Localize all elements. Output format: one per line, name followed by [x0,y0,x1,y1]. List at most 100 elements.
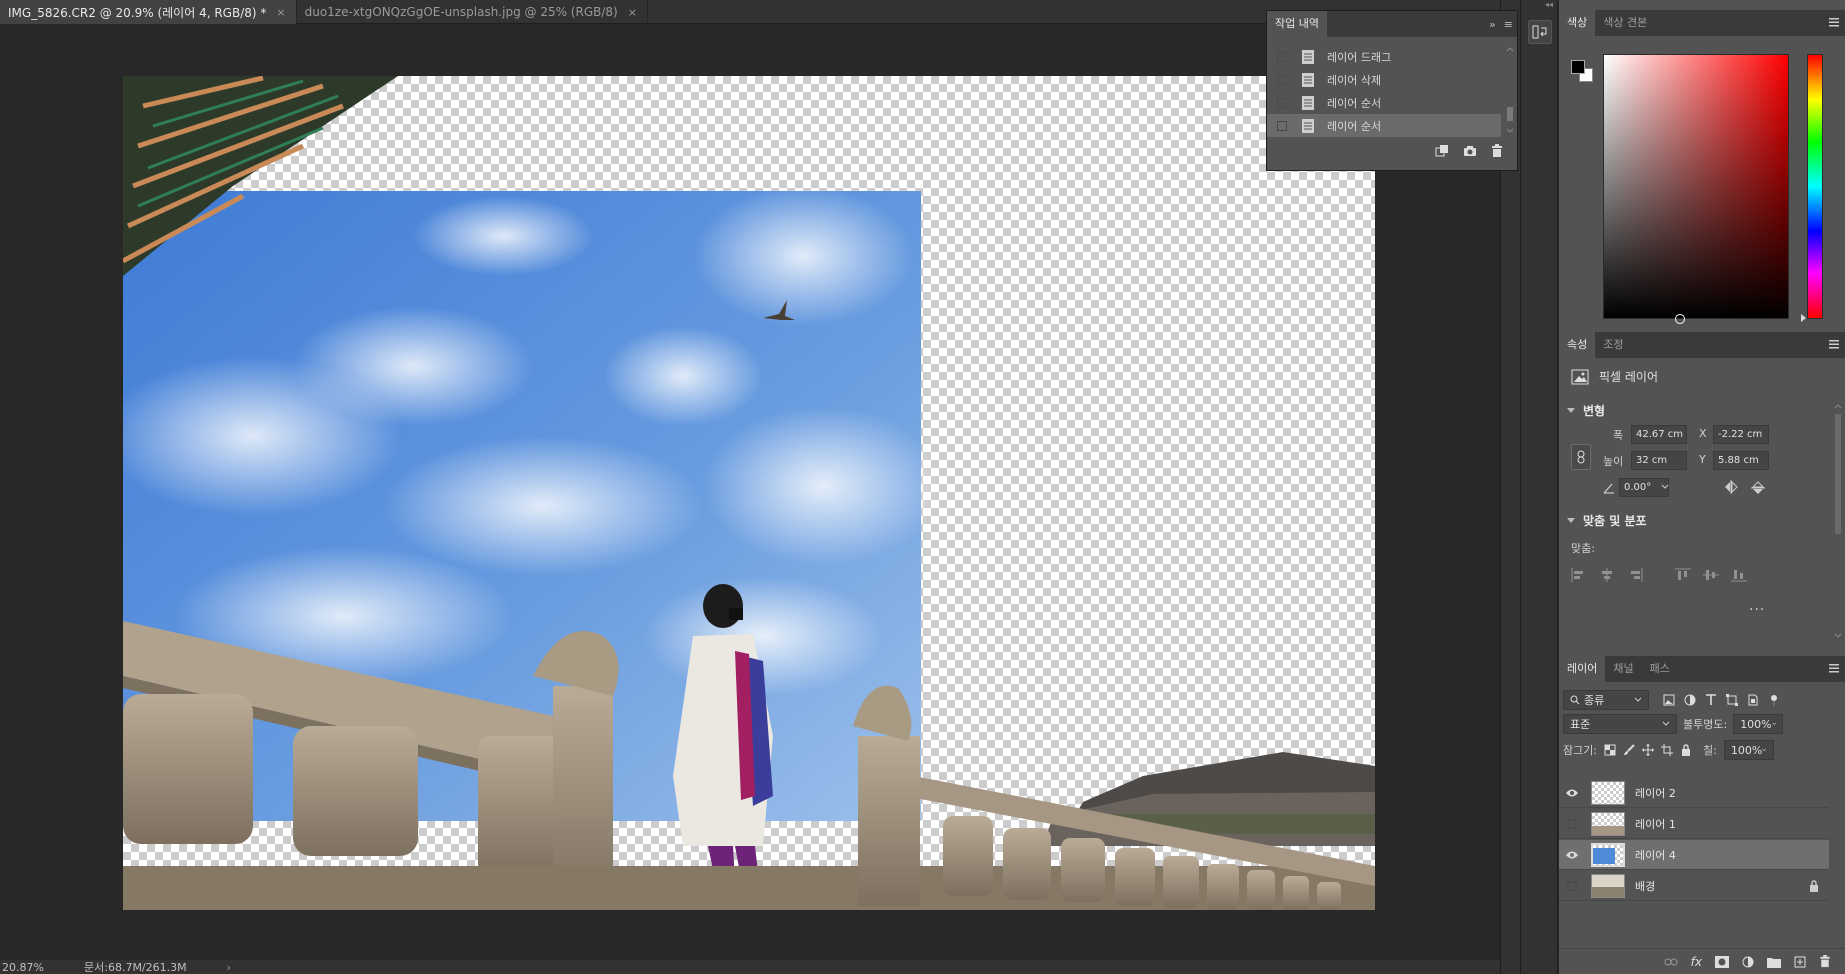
document-tab-inactive[interactable]: duo1ze-xtgONQzGgOE-unsplash.jpg @ 25% (R… [297,0,648,24]
close-icon[interactable]: × [628,6,637,19]
flip-horizontal-icon[interactable] [1723,480,1739,494]
more-options-button[interactable]: ... [1749,598,1765,614]
document-tab-active[interactable]: IMG_5826.CR2 @ 20.9% (레이어 4, RGB/8) * × [0,0,297,24]
align-left-icon[interactable] [1571,568,1587,582]
align-section-header[interactable]: 맞춤 및 분포 [1567,512,1647,529]
width-field[interactable]: 42.67 cm [1631,425,1687,444]
type-filter-icon[interactable] [1705,694,1717,706]
history-scrollbar[interactable] [1505,45,1515,137]
add-mask-icon[interactable] [1715,955,1729,968]
visibility-toggle[interactable] [1559,850,1585,860]
document-canvas[interactable] [123,76,1375,910]
history-item[interactable]: 레이어 드래그 [1267,45,1501,68]
layer-row[interactable]: 배경 [1559,871,1829,901]
history-item-selected[interactable]: 레이어 순서 [1267,114,1501,137]
smart-object-filter-icon[interactable] [1747,694,1759,706]
new-group-icon[interactable] [1767,956,1781,968]
layer-name[interactable]: 레이어 4 [1635,847,1676,863]
filter-toggle-icon[interactable] [1768,694,1780,706]
history-item[interactable]: 레이어 순서 [1267,91,1501,114]
foreground-color-swatch[interactable] [1571,60,1585,74]
visibility-toggle[interactable] [1559,881,1585,891]
height-field[interactable]: 32 cm [1631,451,1687,470]
visibility-toggle[interactable] [1559,819,1585,829]
expand-icon[interactable]: » [1489,18,1496,31]
collapse-triangle-icon[interactable] [1567,408,1575,413]
properties-panel-header: 속성 조정 [1559,332,1845,358]
collapse-icon[interactable]: ◂◂ [1521,0,1557,10]
layers-panel: 레이어 채널 패스 종류 표준 불투명도: 100% 잠그기: 칠: 100% … [1559,656,1845,974]
blend-mode-dropdown[interactable]: 표준 [1563,714,1677,734]
adjustment-layer-icon[interactable] [1742,956,1754,968]
eye-hidden-icon [1567,819,1577,828]
shape-filter-icon[interactable] [1726,694,1738,706]
layer-filter-icons [1663,694,1780,706]
close-icon[interactable]: × [276,6,285,19]
y-field[interactable]: 5.88 cm [1713,451,1769,470]
layer-name[interactable]: 레이어 1 [1635,816,1676,832]
artboard-lock-icon[interactable] [1661,744,1674,756]
status-menu-arrow[interactable]: › [227,961,231,974]
layer-row-selected[interactable]: 레이어 4 [1559,840,1829,870]
collapse-triangle-icon[interactable] [1567,518,1575,523]
fx-button[interactable]: fx [1691,955,1702,969]
panel-menu-icon[interactable]: ≡ [1504,18,1513,31]
flip-vertical-icon[interactable] [1751,480,1765,496]
adjustment-filter-icon[interactable] [1684,694,1696,706]
color-picker-cursor[interactable] [1675,314,1685,324]
tab-adjustments[interactable]: 조정 [1595,332,1631,358]
tab-paths[interactable]: 패스 [1642,656,1678,682]
history-checkbox[interactable] [1277,74,1287,85]
opacity-label: 불투명도: [1683,718,1728,731]
tab-channels[interactable]: 채널 [1605,656,1641,682]
x-field[interactable]: -2.22 cm [1713,425,1769,444]
move-icon[interactable] [1642,744,1655,756]
tab-history[interactable]: 작업 내역 [1267,11,1327,37]
brush-icon[interactable] [1623,744,1635,756]
zoom-level[interactable]: 20.87% [0,961,80,974]
align-right-icon[interactable] [1627,568,1643,582]
align-top-icon[interactable] [1675,568,1691,582]
panel-menu-icon[interactable] [1829,17,1839,30]
layer-row[interactable]: 레이어 2 [1559,778,1829,808]
history-checkbox[interactable] [1277,97,1287,108]
layer-name[interactable]: 배경 [1635,878,1655,894]
color-picker-field[interactable] [1603,54,1789,319]
lock-icon[interactable] [1680,744,1692,756]
visibility-toggle[interactable] [1559,788,1585,798]
opacity-field[interactable]: 100% [1733,714,1784,734]
panel-menu-icon[interactable] [1829,339,1839,352]
history-item[interactable]: 레이어 삭제 [1267,68,1501,91]
tab-properties[interactable]: 속성 [1559,332,1596,358]
panel-menu-icon[interactable] [1829,663,1839,676]
eye-icon [1566,789,1578,796]
trash-icon[interactable] [1491,144,1503,158]
lock-transparency-icon[interactable] [1604,744,1616,756]
camera-icon[interactable] [1463,144,1477,158]
history-panel-icon[interactable] [1528,20,1552,44]
new-document-from-state-icon[interactable] [1435,144,1449,158]
layer-row[interactable]: 레이어 1 [1559,809,1829,839]
history-checkbox[interactable] [1277,51,1287,62]
layer-name[interactable]: 레이어 2 [1635,785,1676,801]
trash-icon[interactable] [1819,955,1831,968]
layers-panel-header: 레이어 채널 패스 [1559,656,1845,682]
hue-slider[interactable] [1807,54,1823,319]
properties-scrollbar[interactable] [1833,402,1843,642]
hue-slider-marker[interactable] [1801,314,1806,322]
link-dimensions-button[interactable] [1571,444,1591,470]
tab-color[interactable]: 색상 [1559,10,1596,36]
layer-filter-dropdown[interactable]: 종류 [1563,690,1649,710]
new-layer-icon[interactable] [1794,956,1806,968]
chevron-down-icon[interactable] [1661,484,1669,490]
align-bottom-icon[interactable] [1731,568,1747,582]
fill-field[interactable]: 100% [1723,740,1774,760]
align-center-h-icon[interactable] [1599,568,1615,582]
history-checkbox[interactable] [1277,120,1287,131]
align-middle-icon[interactable] [1703,568,1719,582]
transform-section-header[interactable]: 변형 [1567,402,1605,419]
tab-layers[interactable]: 레이어 [1559,656,1606,682]
link-layers-icon[interactable] [1664,957,1678,967]
tab-swatches[interactable]: 색상 견본 [1595,10,1655,36]
pixel-filter-icon[interactable] [1663,694,1675,706]
